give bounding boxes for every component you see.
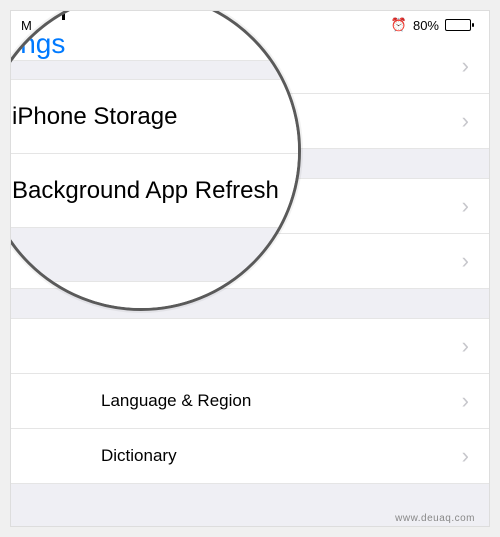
list-row-background-app-refresh[interactable]: Background App Refresh [10,154,301,228]
list-row[interactable]: x › [11,319,489,374]
signal-bar-icon [46,12,49,17]
watermark: www.deuaq.com [395,513,475,524]
chevron-right-icon: › [462,108,469,134]
row-label: Dictionary [101,446,177,466]
list-row-language-region[interactable]: Language & Region › [11,374,489,429]
list-row-date-time[interactable]: Ke & Time [10,282,301,311]
section-divider [10,228,301,282]
signal-bar-icon [62,10,65,20]
alarm-icon: ⏰ [391,17,407,33]
chevron-right-icon: › [462,248,469,274]
screenshot-frame: M ⏰ 80% › › › › x › Language & Region [10,10,490,527]
row-label: Background App Refresh [12,177,279,205]
battery-percent: 80% [413,18,439,33]
battery-icon [445,19,471,31]
row-label: iPhone Storage [12,103,177,131]
list-row-dictionary[interactable]: Dictionary › [11,429,489,484]
magnifier-lens: ings iPhone Storage Background App Refre… [10,10,301,311]
section-divider [10,60,301,80]
list-row-iphone-storage[interactable]: iPhone Storage [10,80,301,154]
chevron-right-icon: › [462,193,469,219]
chevron-right-icon: › [462,53,469,79]
chevron-right-icon: › [462,333,469,359]
back-label-fragment: ings [14,28,65,59]
chevron-right-icon: › [462,388,469,414]
signal-bar-icon [54,10,57,18]
row-label: Language & Region [101,391,251,411]
nav-back-title[interactable]: ings [10,28,301,60]
chevron-right-icon: › [462,443,469,469]
